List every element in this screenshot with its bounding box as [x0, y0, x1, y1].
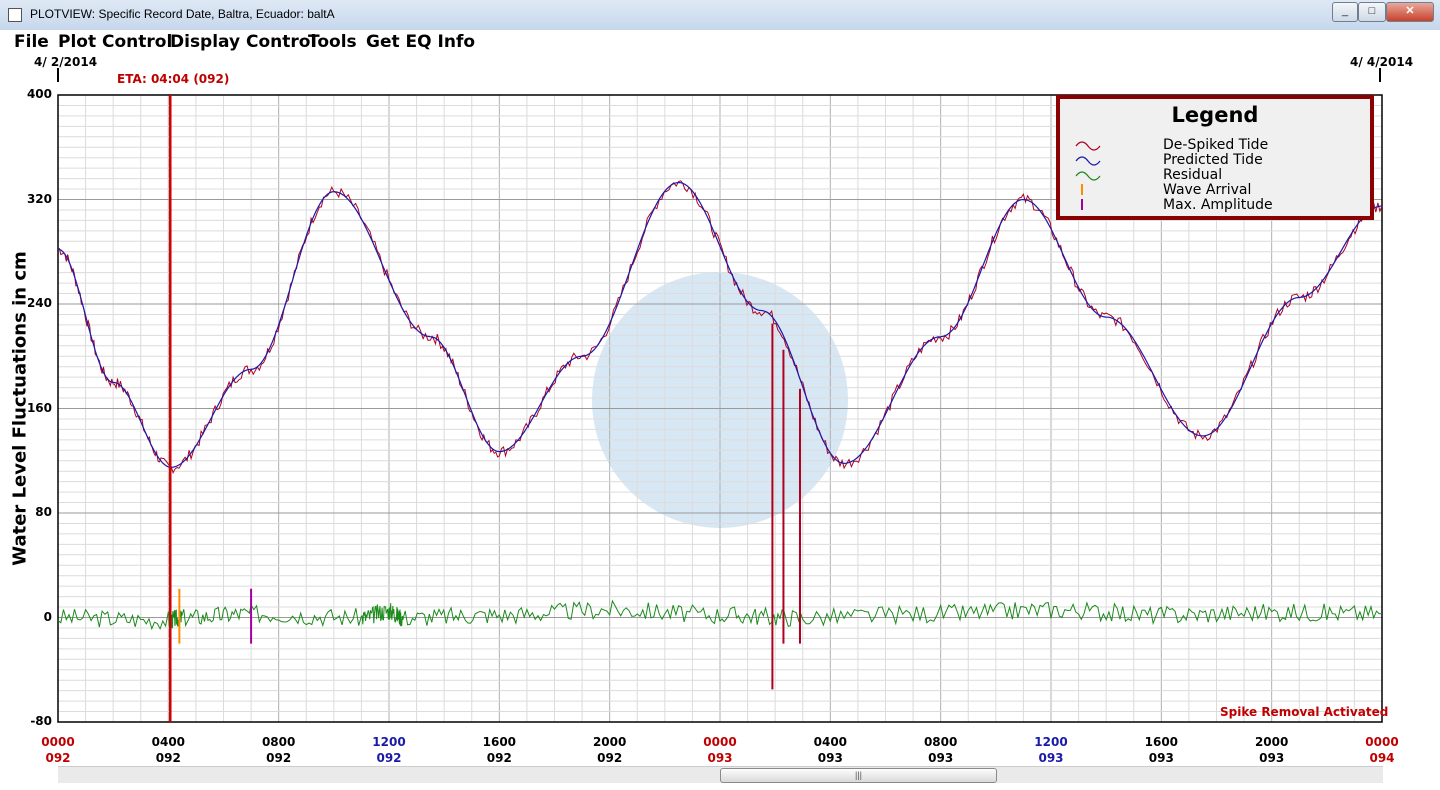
- legend-title: Legend: [1171, 103, 1259, 127]
- legend-item-label: Wave Arrival: [1163, 182, 1252, 198]
- legend-item-label: Residual: [1163, 167, 1223, 183]
- legend-item-label: Predicted Tide: [1163, 152, 1263, 168]
- wave-icon: [1075, 156, 1101, 166]
- legend-item: De-Spiked Tide: [1060, 137, 1360, 153]
- wave-icon: [1075, 141, 1101, 151]
- legend-box: Legend De-Spiked Tide Predicted Tide Resid…: [1056, 95, 1374, 220]
- scrollbar-thumb[interactable]: |||: [720, 768, 997, 783]
- legend-item: Wave Arrival: [1060, 182, 1360, 198]
- legend-item: Residual: [1060, 167, 1360, 183]
- legend-item: Predicted Tide: [1060, 152, 1360, 168]
- tick-icon: [1081, 184, 1083, 195]
- horizontal-scrollbar[interactable]: |||: [58, 766, 1383, 783]
- wave-icon: [1075, 171, 1101, 181]
- legend-item: Max. Amplitude: [1060, 197, 1360, 213]
- spike-removal-status: Spike Removal Activated: [1220, 705, 1389, 719]
- tick-icon: [1081, 199, 1083, 210]
- legend-item-label: De-Spiked Tide: [1163, 137, 1269, 153]
- legend-item-label: Max. Amplitude: [1163, 197, 1273, 213]
